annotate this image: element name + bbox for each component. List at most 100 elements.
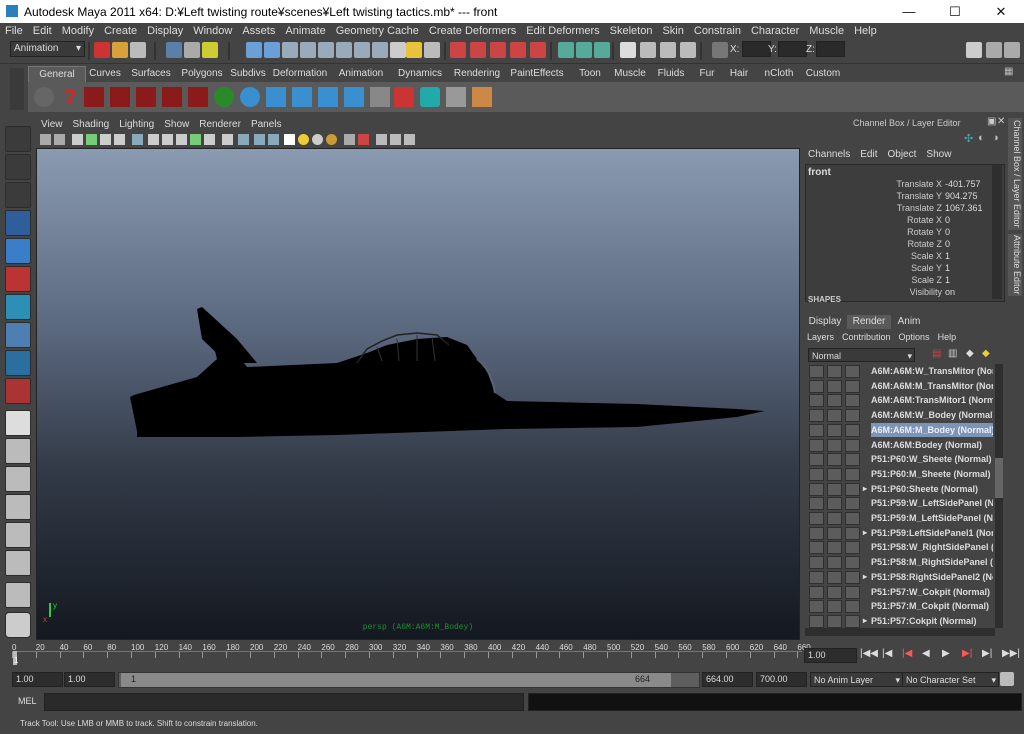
shelf-tab-rendering[interactable]: Rendering: [450, 66, 504, 82]
xray-joints-icon[interactable]: [254, 134, 265, 145]
render-toggle-icon[interactable]: [845, 453, 860, 467]
time-slider[interactable]: 0 20 40 60 80 100 120 140 160 180 200 220 240 260 280 3…: [12, 643, 811, 667]
menu-assets[interactable]: Assets: [237, 23, 280, 39]
layer-row[interactable]: ▸ P51:P58:RightSidePanel2 (Normal): [805, 570, 993, 584]
layer-name[interactable]: P51:P57:M_Cokpit (Normal): [871, 599, 989, 613]
template-toggle-icon[interactable]: [827, 423, 842, 437]
bind-skin-icon[interactable]: [318, 87, 338, 107]
shelf-tab-muscle[interactable]: Muscle: [610, 66, 650, 82]
turbulence-icon[interactable]: [162, 87, 182, 107]
resolution-gate-icon[interactable]: [114, 134, 125, 145]
paint-icon[interactable]: [472, 87, 492, 107]
layer-row[interactable]: A6M:A6M:M_TransMitor (Normal): [805, 379, 993, 393]
play-forwards-icon[interactable]: ▶: [942, 648, 950, 659]
move-tool-icon[interactable]: [5, 210, 31, 236]
template-toggle-icon[interactable]: [827, 467, 842, 481]
end-time-field[interactable]: 700.00: [756, 672, 807, 687]
shelf-tab-ncloth[interactable]: nCloth: [756, 66, 802, 82]
hypershade-icon[interactable]: [34, 87, 54, 107]
shelf-tab-toon[interactable]: Toon: [570, 66, 610, 82]
mask-dynamics-icon[interactable]: [336, 42, 352, 58]
absolute-transform-icon[interactable]: [712, 42, 728, 58]
depth-of-field-icon[interactable]: [344, 134, 355, 145]
channel-menu-edit[interactable]: Edit: [855, 149, 882, 160]
new-layer-icon[interactable]: ◆: [966, 348, 974, 359]
rotate-tool-icon[interactable]: [5, 238, 31, 264]
wireframe-on-shaded-icon[interactable]: [162, 134, 173, 145]
render-view-icon[interactable]: [620, 42, 636, 58]
go-to-end-icon[interactable]: ▶▶|: [1002, 648, 1020, 659]
render-toggle-icon[interactable]: [845, 394, 860, 408]
auto-key-icon[interactable]: [1000, 672, 1014, 686]
template-toggle-icon[interactable]: [827, 497, 842, 511]
make-live-icon[interactable]: [530, 42, 546, 58]
menu-geometry-cache[interactable]: Geometry Cache: [331, 23, 424, 39]
fields-icon[interactable]: [188, 87, 208, 107]
ambient-occlusion-icon[interactable]: [312, 134, 323, 145]
minimize-button[interactable]: —: [886, 0, 932, 23]
visibility-toggle-icon[interactable]: [809, 423, 824, 437]
frame-all-icon[interactable]: [390, 134, 401, 145]
channel-value[interactable]: 904.275: [945, 190, 991, 202]
channel-label[interactable]: Translate X: [896, 178, 942, 190]
snap-grid-icon[interactable]: [450, 42, 466, 58]
save-scene-icon[interactable]: [130, 42, 146, 58]
channel-label[interactable]: Translate Y: [896, 190, 942, 202]
template-toggle-icon[interactable]: [827, 600, 842, 614]
shelf-menu-handle[interactable]: [10, 68, 24, 110]
scale-tool-icon[interactable]: [5, 266, 31, 292]
channel-row[interactable]: Scale Z1: [806, 274, 992, 286]
open-scene-icon[interactable]: [112, 42, 128, 58]
persp-outliner-layout-icon[interactable]: [5, 466, 31, 492]
custom-layout-icon[interactable]: [5, 582, 31, 608]
layer-name[interactable]: A6M:A6M:M_TransMitor (Normal): [871, 379, 993, 393]
image-plane-icon[interactable]: [72, 134, 83, 145]
film-gate-icon[interactable]: [100, 134, 111, 145]
layer-name[interactable]: P51:P58:RightSidePanel2 (Normal): [871, 570, 993, 584]
render-toggle-icon[interactable]: [845, 556, 860, 570]
channel-label[interactable]: Translate Z: [897, 202, 942, 214]
layer-menu-layers[interactable]: Layers: [803, 332, 838, 342]
render-settings-icon[interactable]: [680, 42, 696, 58]
frame-selection-icon[interactable]: [376, 134, 387, 145]
visibility-toggle-icon[interactable]: [809, 556, 824, 570]
layer-row[interactable]: P51:P59:W_LeftSidePanel (Normal): [805, 496, 993, 511]
shelf-tab-painteffects[interactable]: PaintEffects: [504, 66, 570, 82]
paint-select-tool-icon[interactable]: [5, 182, 31, 208]
step-forward-key-icon[interactable]: ▶|: [962, 648, 972, 659]
hud-icon[interactable]: [404, 134, 415, 145]
menu-animate[interactable]: Animate: [280, 23, 330, 39]
channel-value[interactable]: 1: [945, 262, 991, 274]
range-slider-handle[interactable]: [121, 673, 671, 687]
emitter-icon[interactable]: [214, 87, 234, 107]
shelf-tab-hair[interactable]: Hair: [722, 66, 756, 82]
go-to-start-icon[interactable]: |◀◀: [860, 648, 878, 659]
speed-icon[interactable]: ◐: [978, 132, 985, 144]
channel-row[interactable]: Rotate Y0: [806, 226, 992, 238]
menu-display[interactable]: Display: [142, 23, 188, 39]
channel-row[interactable]: Rotate Z0: [806, 238, 992, 250]
layer-row[interactable]: A6M:A6M:M_Bodey (Normal): [805, 422, 993, 437]
mask-handles-icon[interactable]: [246, 42, 262, 58]
layer-list-scroll-thumb[interactable]: [995, 458, 1003, 498]
mask-deformations-icon[interactable]: [318, 42, 334, 58]
visibility-toggle-icon[interactable]: [809, 409, 824, 423]
expand-arrow-icon[interactable]: ▸: [863, 614, 867, 628]
menu-edit[interactable]: Edit: [28, 23, 57, 39]
layer-name[interactable]: P51:P59:LeftSidePanel1 (Normal): [871, 526, 993, 540]
channel-label[interactable]: Rotate Z: [907, 238, 942, 250]
layer-move-up-icon[interactable]: ▤: [932, 348, 941, 359]
layer-menu-contribution[interactable]: Contribution: [838, 332, 895, 342]
panel-menu-shading[interactable]: Shading: [68, 118, 115, 132]
layer-move-down-icon[interactable]: ▥: [948, 348, 957, 359]
panel-menu-view[interactable]: View: [36, 118, 68, 132]
output-ops-icon[interactable]: [576, 42, 592, 58]
layer-name[interactable]: A6M:A6M:Bodey (Normal): [871, 438, 982, 452]
layer-row[interactable]: P51:P58:W_RightSidePanel (Normal): [805, 540, 993, 555]
layer-row[interactable]: A6M:A6M:W_TransMitor (Normal): [805, 364, 993, 378]
close-button[interactable]: ✕: [978, 0, 1024, 23]
channel-label[interactable]: Scale X: [911, 250, 942, 262]
layer-name[interactable]: P51:P59:M_LeftSidePanel (Normal): [871, 511, 993, 525]
visibility-toggle-icon[interactable]: [809, 526, 824, 540]
layer-icon[interactable]: [446, 87, 466, 107]
